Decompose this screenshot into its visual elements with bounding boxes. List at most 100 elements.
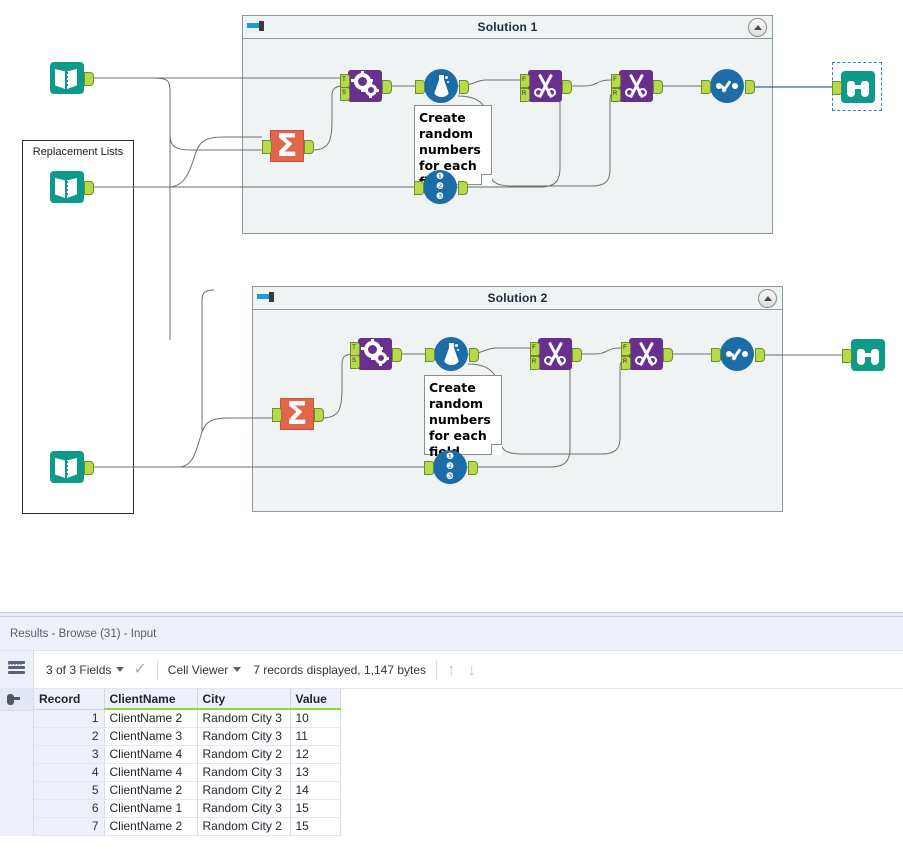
cell-value[interactable]: 10	[290, 709, 341, 728]
cell-city[interactable]: Random City 3	[197, 763, 291, 782]
arrow-up-icon[interactable]: ↑	[447, 661, 456, 678]
anchor-label-t: T	[352, 345, 356, 351]
record-id-icon: ❶❷❸	[435, 172, 445, 202]
cell-city[interactable]: Random City 3	[197, 727, 291, 746]
input-anchor[interactable]	[832, 81, 842, 95]
chevron-down-icon[interactable]	[116, 667, 125, 672]
table-row[interactable]: 2 ClientName 3 Random City 3 11	[34, 727, 341, 746]
output-anchor[interactable]	[572, 348, 582, 362]
list-icon[interactable]	[8, 661, 25, 678]
input-anchor[interactable]	[272, 408, 282, 422]
cell-clientname[interactable]: ClientName 4	[104, 763, 198, 782]
results-title-bar: Results - Browse (31) - Input	[0, 617, 903, 651]
record-id-icon: ❶❷❸	[445, 452, 455, 482]
cell-city[interactable]: Random City 2	[197, 745, 291, 764]
input-anchor[interactable]	[424, 461, 434, 475]
view-mode-label: Cell Viewer	[167, 662, 229, 677]
input-anchor[interactable]	[414, 181, 424, 195]
tool-container-solution-2[interactable]: Solution 2	[252, 286, 783, 512]
comment-box[interactable]: Create random numbers for each field	[424, 375, 502, 459]
output-anchor[interactable]	[468, 461, 478, 475]
arrow-down-icon[interactable]: ↓	[468, 661, 477, 678]
container-header[interactable]: Solution 2	[253, 287, 782, 310]
table-row[interactable]: 7 ClientName 2 Random City 2 15	[34, 817, 341, 836]
cell-clientname[interactable]: ClientName 2	[104, 781, 198, 800]
check-icon[interactable]: ✓	[133, 661, 146, 678]
cell-city[interactable]: Random City 2	[197, 781, 291, 800]
output-anchor[interactable]	[314, 408, 324, 422]
results-grid[interactable]: Record ClientName City Value 1 ClientNam…	[0, 689, 903, 836]
cell-city[interactable]: Random City 3	[197, 799, 291, 818]
column-header-record[interactable]: Record	[34, 689, 105, 710]
cell-clientname[interactable]: ClientName 4	[104, 745, 198, 764]
table-row[interactable]: 6 ClientName 1 Random City 3 15	[34, 799, 341, 818]
container-icon	[257, 291, 275, 304]
column-header-value[interactable]: Value	[290, 689, 341, 710]
tool-container-solution-1[interactable]: Solution 1	[242, 15, 773, 234]
toolbar-divider	[436, 659, 438, 680]
book-icon	[55, 458, 79, 478]
results-toolbar[interactable]: 3 of 3 Fields ✓ Cell Viewer 7 records di…	[0, 651, 903, 689]
cell-value[interactable]: 14	[290, 781, 341, 800]
output-anchor[interactable]	[84, 181, 94, 195]
cell-clientname[interactable]: ClientName 1	[104, 799, 198, 818]
cell-value[interactable]: 15	[290, 799, 341, 818]
container-header[interactable]: Solution 1	[243, 16, 772, 39]
table-row[interactable]: 5 ClientName 2 Random City 2 14	[34, 781, 341, 800]
cell-value[interactable]: 13	[290, 763, 341, 782]
output-anchor[interactable]	[663, 348, 673, 362]
output-anchor[interactable]	[458, 181, 468, 195]
view-mode-selector[interactable]: Cell Viewer	[167, 662, 242, 677]
table-row[interactable]: 4 ClientName 4 Random City 3 13	[34, 763, 341, 782]
results-rail	[0, 651, 34, 688]
results-title: Results - Browse (31) - Input	[10, 627, 157, 640]
input-anchor[interactable]	[262, 140, 272, 154]
cell-value[interactable]: 11	[290, 727, 341, 746]
column-header-city[interactable]: City	[197, 689, 291, 710]
output-anchor[interactable]	[562, 80, 572, 94]
output-anchor[interactable]	[459, 80, 469, 94]
output-anchor[interactable]	[304, 140, 314, 154]
table-row[interactable]: 1 ClientName 2 Random City 3 10	[34, 709, 341, 728]
input-anchor[interactable]	[701, 80, 711, 94]
cell-value[interactable]: 15	[290, 817, 341, 836]
cell-clientname[interactable]: ClientName 2	[104, 709, 198, 728]
output-anchor[interactable]	[392, 348, 402, 362]
workflow-canvas[interactable]: Solution 1 Solution 2 Replacement Lists	[0, 0, 903, 612]
output-anchor[interactable]	[755, 348, 765, 362]
chevron-down-icon[interactable]	[233, 667, 242, 672]
output-anchor[interactable]	[653, 80, 663, 94]
results-pane[interactable]: Results - Browse (31) - Input 3 of 3 Fie…	[0, 612, 903, 849]
input-anchor[interactable]	[711, 348, 721, 362]
cell-record: 2	[34, 727, 105, 746]
cell-city[interactable]: Random City 2	[197, 817, 291, 836]
output-anchor[interactable]	[84, 72, 94, 86]
output-anchor[interactable]	[745, 80, 755, 94]
sigma-icon: Σ	[286, 396, 308, 432]
chevron-up-icon[interactable]	[748, 18, 767, 37]
cell-city[interactable]: Random City 3	[197, 709, 291, 728]
output-anchor[interactable]	[84, 461, 94, 475]
output-anchor[interactable]	[469, 348, 479, 362]
cell-clientname[interactable]: ClientName 2	[104, 817, 198, 836]
chevron-up-icon[interactable]	[758, 289, 777, 308]
anchor-label-r: R	[622, 359, 628, 365]
anchor-label-s: S	[341, 90, 346, 96]
binoculars-icon	[7, 693, 26, 706]
gears-icon	[361, 339, 390, 368]
fields-selector[interactable]: 3 of 3 Fields	[46, 663, 125, 677]
drag-grip[interactable]	[8, 654, 26, 665]
book-icon	[55, 178, 79, 198]
input-anchor[interactable]	[842, 349, 852, 363]
container-title: Solution 1	[477, 20, 538, 34]
input-anchor[interactable]	[425, 348, 435, 362]
input-anchor[interactable]	[415, 80, 425, 94]
column-header-clientname[interactable]: ClientName	[104, 689, 198, 710]
output-anchor[interactable]	[382, 80, 392, 94]
scissors-icon	[634, 341, 658, 367]
cell-value[interactable]: 12	[290, 745, 341, 764]
table-row[interactable]: 3 ClientName 4 Random City 2 12	[34, 745, 341, 764]
browse-rail-button[interactable]	[0, 689, 33, 711]
cell-clientname[interactable]: ClientName 3	[104, 727, 198, 746]
results-table[interactable]: Record ClientName City Value 1 ClientNam…	[34, 689, 341, 836]
